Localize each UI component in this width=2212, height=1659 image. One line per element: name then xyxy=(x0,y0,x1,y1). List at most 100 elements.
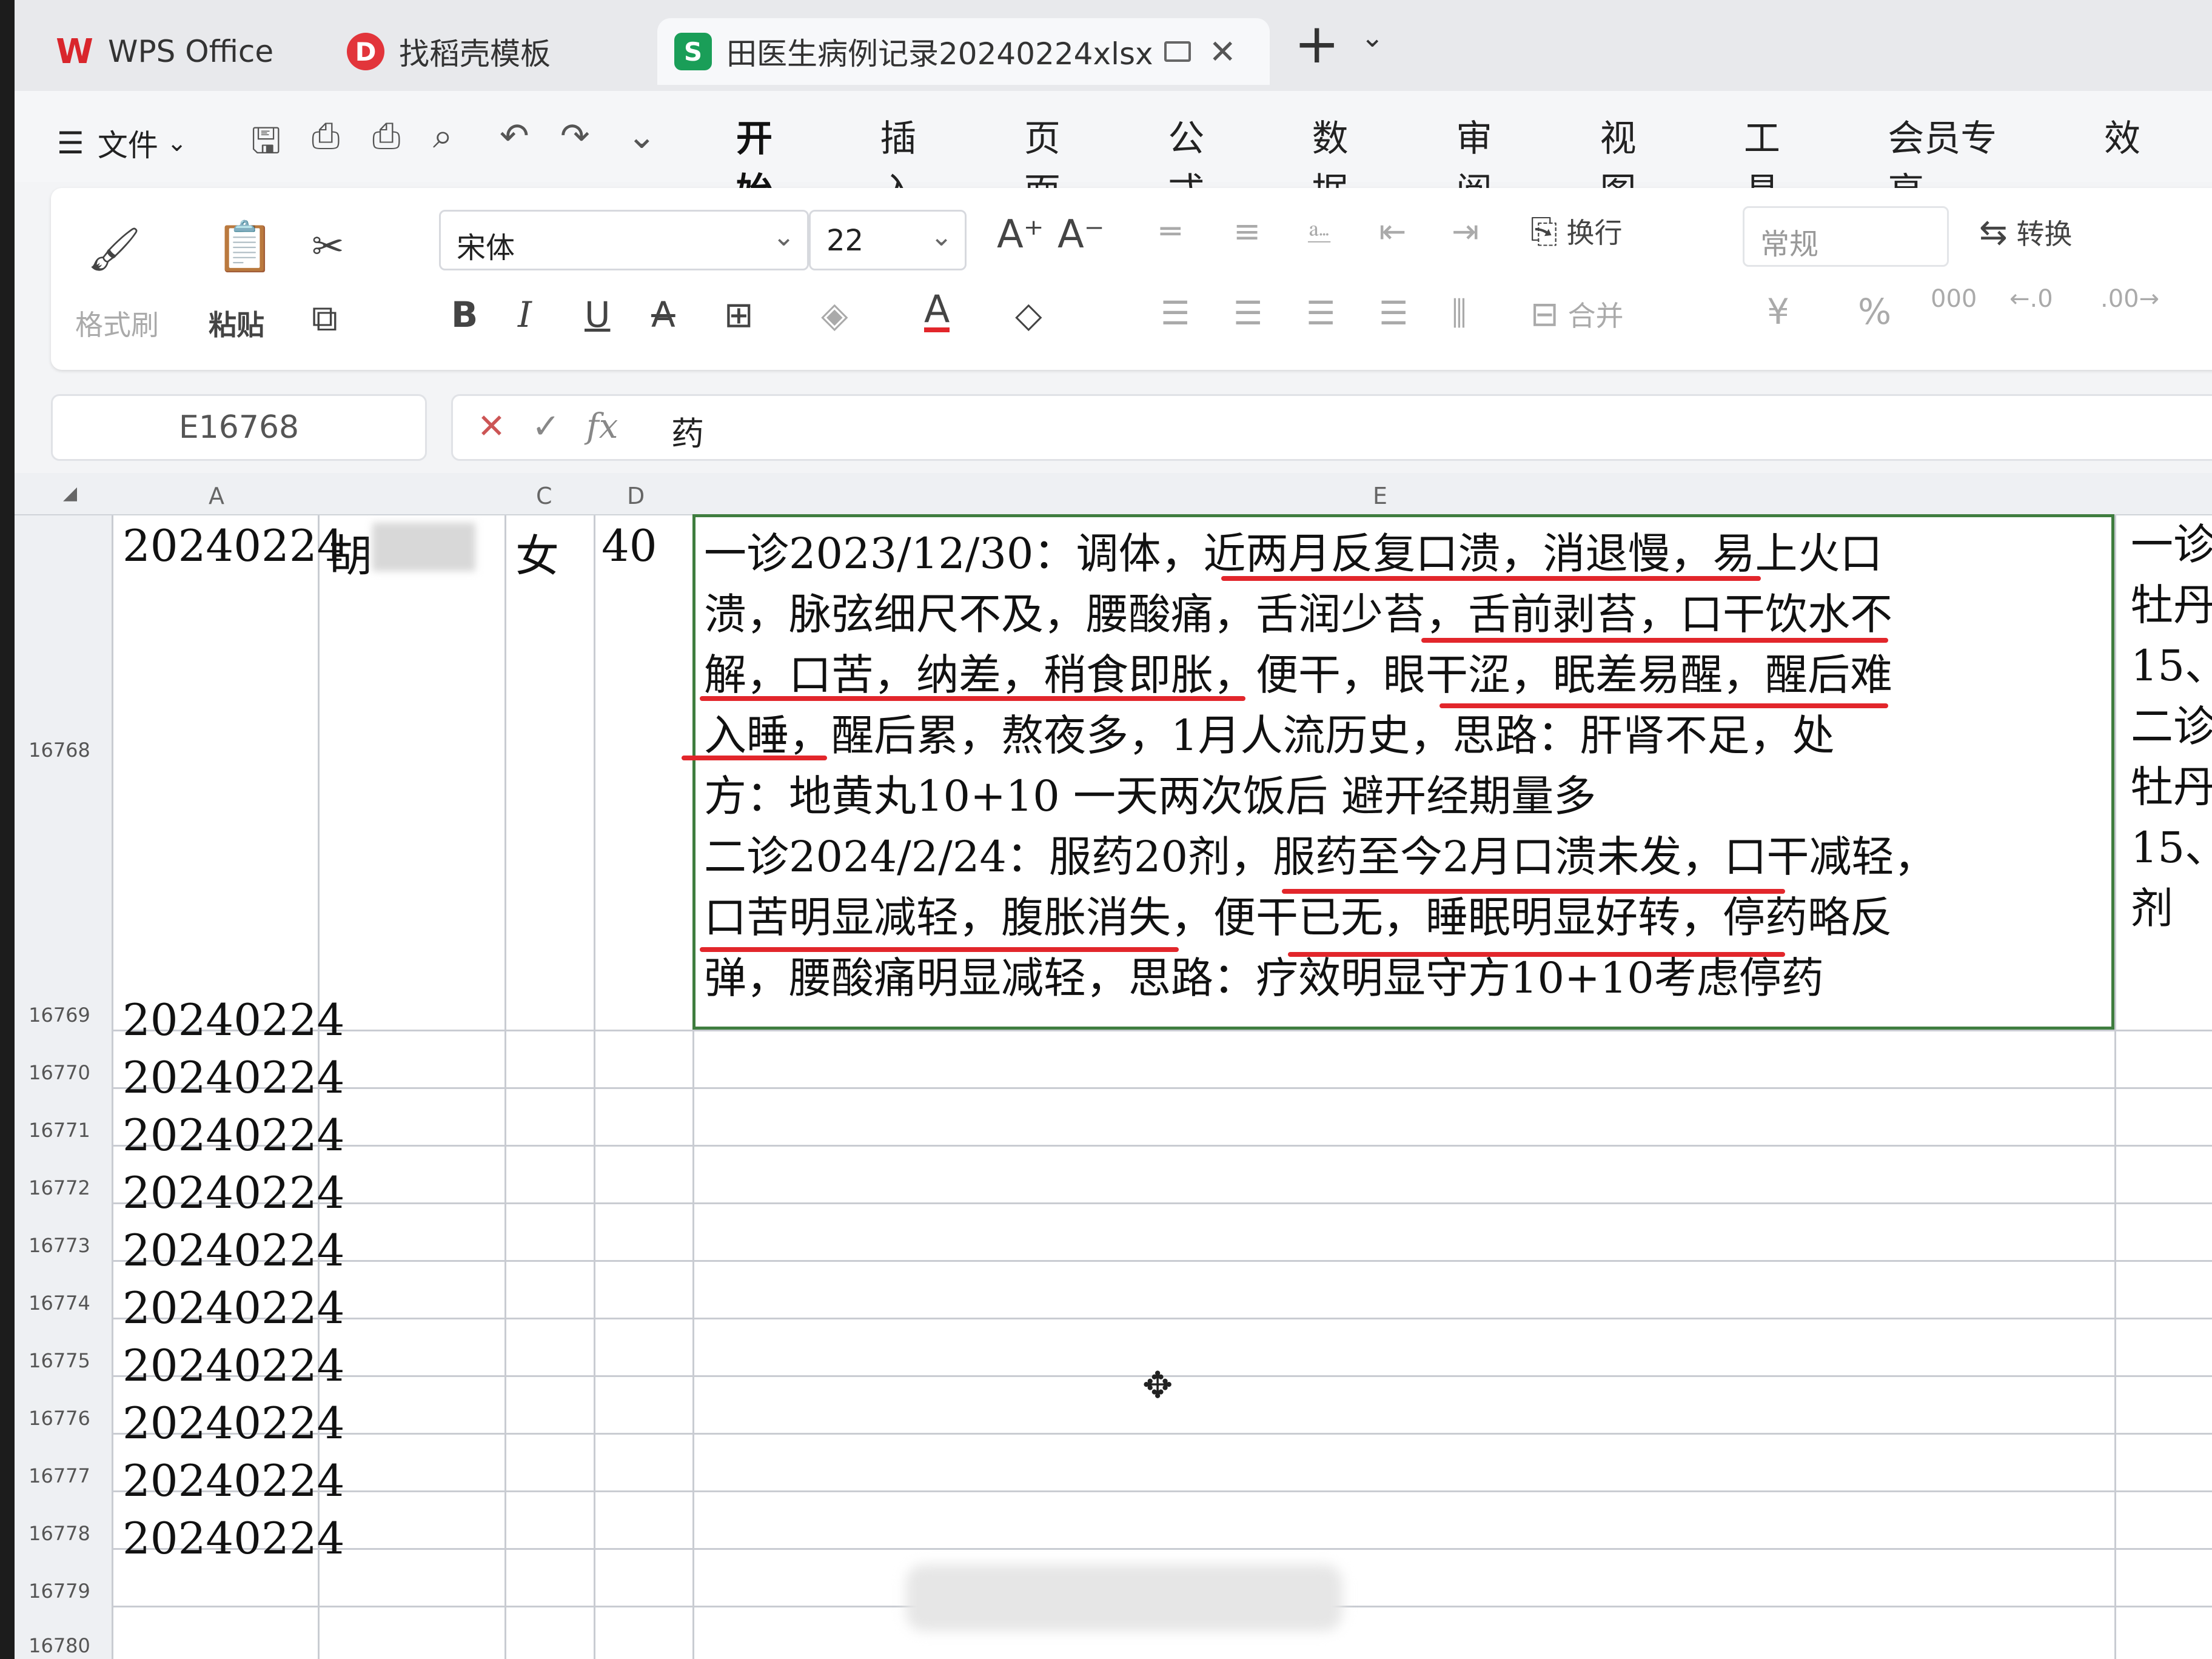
distribute-icon[interactable]: ⫼ xyxy=(1452,294,1467,333)
cell-date[interactable]: 20240224 xyxy=(122,1110,344,1161)
clear-format-icon[interactable]: ◇ xyxy=(1015,294,1042,335)
thousands-button[interactable]: 000 xyxy=(1931,285,1977,313)
currency-icon[interactable]: ¥ xyxy=(1767,291,1789,332)
row-number[interactable]: 16773 xyxy=(15,1234,104,1257)
cut-icon[interactable]: ✂ xyxy=(312,224,344,269)
cell-date[interactable]: 20240224 xyxy=(122,1225,344,1276)
row-number[interactable]: 16771 xyxy=(15,1119,104,1142)
cell-date[interactable]: 20240224 xyxy=(122,1455,344,1506)
paste-icon[interactable]: 📋 xyxy=(215,218,275,275)
decimal-decrease-icon[interactable]: .00→ xyxy=(2100,285,2159,313)
fragment: 牡丹 xyxy=(2131,762,2212,812)
row-number[interactable]: 16775 xyxy=(15,1349,104,1372)
copy-icon[interactable]: ⧉ xyxy=(312,297,338,340)
decrease-font-icon[interactable]: A⁻ xyxy=(1057,212,1105,257)
tab-daoke-templates[interactable]: D 找稻壳模板 xyxy=(330,18,645,85)
row-number[interactable]: 16777 xyxy=(15,1464,104,1487)
number-format-select[interactable]: 常规 xyxy=(1743,206,1949,267)
cell-name[interactable]: 胡 xyxy=(329,520,372,584)
cell-date[interactable]: 20240224 xyxy=(122,1398,344,1449)
tab-active-workbook[interactable]: S 田医生病例记录20240224xlsx ✕ xyxy=(657,18,1270,85)
chevron-down-icon[interactable]: ⌄ xyxy=(1361,21,1384,53)
row-number[interactable]: 16772 xyxy=(15,1176,104,1199)
align-top-icon[interactable]: ═ xyxy=(1161,212,1181,250)
cell-date[interactable]: 20240224 xyxy=(122,1340,344,1391)
spreadsheet-icon: S xyxy=(674,33,712,70)
new-tab-button[interactable]: + xyxy=(1294,12,1339,76)
save-icon[interactable]: 🖫 xyxy=(251,115,281,175)
formula-bar[interactable]: ✕ ✓ fx 药 xyxy=(451,394,2212,461)
row-number[interactable]: 16780 xyxy=(15,1634,104,1657)
convert-button[interactable]: ⇆ 转换 xyxy=(1979,212,2073,252)
indent-increase-icon[interactable]: ⇥ xyxy=(1452,212,1479,250)
select-all-corner[interactable]: ◢ xyxy=(63,483,77,504)
redo-icon[interactable]: ↷ xyxy=(560,115,590,156)
font-name-select[interactable]: 宋体 ⌄ xyxy=(439,210,809,270)
indent-decrease-icon[interactable]: ⇤ xyxy=(1379,212,1406,250)
row-headers xyxy=(15,515,112,1659)
row-number[interactable]: 16779 xyxy=(15,1580,104,1603)
strikethrough-icon[interactable]: A xyxy=(651,294,675,335)
increase-font-icon[interactable]: A⁺ xyxy=(997,212,1044,257)
file-menu[interactable]: ☰ 文件 ⌄ xyxy=(57,121,187,165)
column-header-e[interactable]: E xyxy=(1373,483,1387,509)
hamburger-icon: ☰ xyxy=(57,126,84,161)
font-color-icon[interactable]: A xyxy=(924,290,950,332)
print-icon[interactable]: ⎙ xyxy=(372,115,400,157)
percent-button[interactable]: % xyxy=(1858,291,1891,332)
border-icon[interactable]: ⊞ xyxy=(724,294,754,335)
wrap-text-button[interactable]: ⎘ 换行 xyxy=(1530,211,1622,252)
row-number[interactable]: 16778 xyxy=(15,1522,104,1545)
name-box[interactable]: E16768 xyxy=(51,394,427,461)
row-number[interactable]: 16774 xyxy=(15,1292,104,1315)
decimal-increase-icon[interactable]: ←.0 xyxy=(2009,285,2053,313)
row-number[interactable]: 16768 xyxy=(15,739,104,762)
close-icon[interactable]: ✕ xyxy=(1209,33,1236,71)
cell-date[interactable]: 20240224 xyxy=(122,994,344,1045)
monitor-icon[interactable] xyxy=(1164,41,1191,62)
bold-icon[interactable]: B xyxy=(451,294,478,335)
row-number[interactable]: 16770 xyxy=(15,1061,104,1084)
chevron-down-icon[interactable]: ⌄ xyxy=(627,115,657,156)
align-left-icon[interactable]: ☰ xyxy=(1161,294,1190,332)
ribbon-home: 🖌 格式刷 📋 粘贴 ✂ ⧉ 宋体 ⌄ 22 ⌄ A⁺ A⁻ B I U A ⊞… xyxy=(51,188,2212,370)
cell-date[interactable]: 20240224 xyxy=(122,1167,344,1218)
column-header-d[interactable]: D xyxy=(627,483,645,509)
underline-icon[interactable]: U xyxy=(585,294,610,335)
tab-bar: W WPS Office D 找稻壳模板 S 田医生病例记录20240224xl… xyxy=(15,0,2212,91)
italic-icon[interactable]: I xyxy=(518,294,532,335)
align-middle-icon[interactable]: ≡ xyxy=(1233,212,1261,250)
row-number[interactable]: 16769 xyxy=(15,1004,104,1027)
undo-icon[interactable]: ↶ xyxy=(500,115,529,156)
cell-date[interactable]: 20240224 xyxy=(122,520,344,571)
column-header-a[interactable]: A xyxy=(209,483,224,509)
cell-date[interactable]: 20240224 xyxy=(122,1282,344,1333)
paste-label[interactable]: 粘贴 xyxy=(209,303,264,343)
cancel-icon[interactable]: ✕ xyxy=(477,407,506,446)
print-preview-icon[interactable]: ⌕ xyxy=(433,115,452,157)
format-painter-icon[interactable]: 🖌 xyxy=(87,224,141,275)
align-bottom-icon[interactable]: ⎁ xyxy=(1306,212,1332,251)
font-size-select[interactable]: 22 ⌄ xyxy=(809,210,967,270)
chevron-down-icon: ⌄ xyxy=(773,221,795,252)
cell-date[interactable]: 20240224 xyxy=(122,1052,344,1103)
align-right-icon[interactable]: ☰ xyxy=(1306,294,1335,332)
export-icon[interactable]: ⎙ xyxy=(312,115,340,157)
column-headers: ◢ A C D E xyxy=(15,473,2212,515)
tab-wps-office[interactable]: W WPS Office xyxy=(39,18,306,85)
move-cursor-icon: ✥ xyxy=(1142,1364,1173,1407)
fx-icon[interactable]: fx xyxy=(586,407,618,446)
cell-gender[interactable]: 女 xyxy=(515,520,559,584)
align-center-icon[interactable]: ☰ xyxy=(1233,294,1262,332)
merge-button[interactable]: ⊟ 合并 xyxy=(1530,294,1624,334)
justify-icon[interactable]: ☰ xyxy=(1379,294,1408,332)
confirm-icon[interactable]: ✓ xyxy=(532,407,560,446)
cell-age[interactable]: 40 xyxy=(602,520,657,571)
cell-date[interactable]: 20240224 xyxy=(122,1513,344,1564)
convert-label: 转换 xyxy=(2016,218,2073,250)
column-header-c[interactable]: C xyxy=(536,483,552,509)
row-number[interactable]: 16776 xyxy=(15,1407,104,1430)
fill-color-icon[interactable]: ◈ xyxy=(821,294,848,335)
fragment: 二诊 xyxy=(2131,702,2212,751)
format-painter-label[interactable]: 格式刷 xyxy=(75,303,159,343)
